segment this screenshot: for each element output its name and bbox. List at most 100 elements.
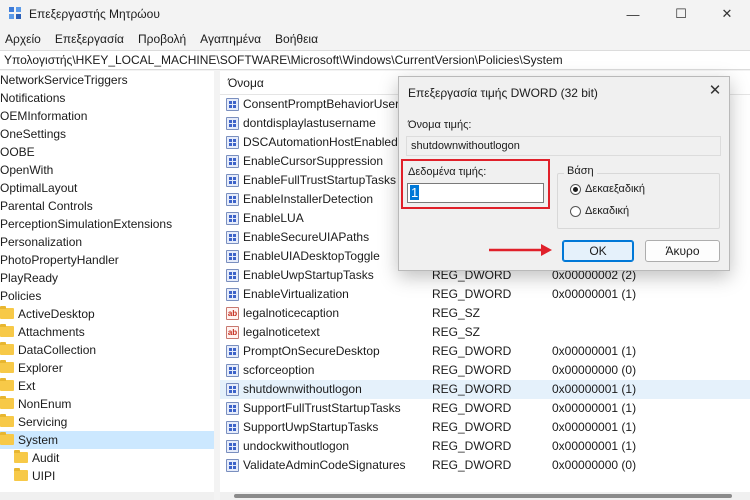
tree-item-label: OptimalLayout [0, 181, 78, 195]
tree-item-label: UIPI [32, 469, 56, 483]
cancel-button[interactable]: Άκυρο [645, 240, 720, 262]
tree-item[interactable]: Servicing [0, 413, 214, 431]
row-name: undockwithoutlogon [243, 439, 350, 453]
tree-item[interactable]: OEMInformation [0, 107, 214, 125]
tree-item[interactable]: ActiveDesktop [0, 305, 214, 323]
row-name: scforceoption [243, 363, 315, 377]
tree-item[interactable]: Audit [0, 449, 214, 467]
tree-item-label: Attachments [18, 325, 85, 339]
tree-item[interactable]: OptimalLayout [0, 179, 214, 197]
address-bar[interactable]: Υπολογιστής\HKEY_LOCAL_MACHINE\SOFTWARE\… [0, 50, 750, 70]
row-name: EnableLUA [243, 211, 304, 225]
tree-item[interactable]: NonEnum [0, 395, 214, 413]
list-row[interactable]: SupportUwpStartupTasks REG_DWORD 0x0000000… [220, 418, 750, 437]
list-row[interactable]: ValidateAdminCodeSignatures REG_DWORD 0x00… [220, 456, 750, 475]
list-row[interactable]: PromptOnSecureDesktop REG_DWORD 0x00000001… [220, 342, 750, 361]
tree-item[interactable]: Policies [0, 287, 214, 305]
base-label: Βάση [564, 165, 597, 177]
tree-item[interactable]: UIPI [0, 467, 214, 485]
row-name: shutdownwithoutlogon [243, 382, 362, 396]
minimize-button[interactable]: — [610, 0, 656, 28]
folder-icon [0, 324, 14, 337]
menu-edit[interactable]: Επεξεργασία [55, 32, 124, 46]
dec-radio[interactable] [570, 205, 581, 217]
tree-item-label: OOBE [0, 145, 35, 159]
tree-scroll-area [0, 492, 214, 500]
close-button[interactable]: ✕ [704, 0, 750, 28]
ok-button[interactable]: OK [562, 240, 634, 262]
tree-item[interactable]: Notifications [0, 89, 214, 107]
dword-value-icon [226, 155, 239, 168]
dialog-title: Επεξεργασία τιμής DWORD (32 bit) [408, 86, 598, 100]
menu-favorites[interactable]: Αγαπημένα [200, 32, 261, 46]
tree-item[interactable]: Personalization [0, 233, 214, 251]
tree-item[interactable]: OOBE [0, 143, 214, 161]
list-row[interactable]: shutdownwithoutlogon REG_DWORD 0x00000001 … [220, 380, 750, 399]
string-value-icon: ab [226, 307, 239, 320]
list-row[interactable]: undockwithoutlogon REG_DWORD 0x00000001 (1… [220, 437, 750, 456]
dialog-close-button[interactable]: ✕ [703, 81, 727, 101]
menu-file[interactable]: Αρχείο [5, 32, 41, 46]
row-data: 0x00000001 (1) [552, 287, 637, 301]
registry-tree[interactable]: NetworkServiceTriggers Notifications OEMIn… [0, 71, 214, 492]
maximize-button[interactable]: ☐ [658, 0, 704, 28]
tree-item[interactable]: PlayReady [0, 269, 214, 287]
tree-item[interactable]: NetworkServiceTriggers [0, 71, 214, 89]
hex-radio-row[interactable]: Δεκαεξαδική [570, 183, 645, 195]
column-name-header[interactable]: Όνομα [228, 76, 264, 90]
tree-item-label: NetworkServiceTriggers [0, 73, 128, 87]
tree-item-label: OneSettings [0, 127, 67, 141]
list-row[interactable]: ab legalnoticetext REG_SZ [220, 323, 750, 342]
tree-item-label: Notifications [0, 91, 66, 105]
hex-radio[interactable] [570, 183, 581, 195]
tree-item[interactable]: OpenWith [0, 161, 214, 179]
row-name: EnableCursorSuppression [243, 154, 384, 168]
tree-item[interactable]: Attachments [0, 323, 214, 341]
row-name: DSCAutomationHostEnabled [243, 135, 398, 149]
row-data: 0x00000001 (1) [552, 401, 637, 415]
dec-radio-row[interactable]: Δεκαδική [570, 205, 629, 217]
tree-item[interactable]: Explorer [0, 359, 214, 377]
row-name: EnableInstallerDetection [243, 192, 374, 206]
row-name: EnableSecureUIAPaths [243, 230, 370, 244]
row-data: 0x00000001 (1) [552, 382, 637, 396]
menu-view[interactable]: Προβολή [138, 32, 186, 46]
list-row[interactable]: scforceoption REG_DWORD 0x00000000 (0) [220, 361, 750, 380]
base-group [557, 173, 720, 229]
dword-value-icon [226, 212, 239, 225]
tree-item[interactable]: DataCollection [0, 341, 214, 359]
list-row[interactable]: ab legalnoticecaption REG_SZ [220, 304, 750, 323]
value-data-input[interactable]: 1 [407, 183, 544, 203]
tree-item-label: DataCollection [18, 343, 97, 357]
dword-value-icon [226, 383, 239, 396]
row-name: SupportUwpStartupTasks [243, 420, 379, 434]
folder-icon [0, 342, 14, 355]
tree-item[interactable]: OneSettings [0, 125, 214, 143]
folder-icon [14, 468, 28, 481]
tree-item[interactable]: PhotoPropertyHandler [0, 251, 214, 269]
dword-value-icon [226, 193, 239, 206]
tree-item-label: NonEnum [18, 397, 72, 411]
tree-item[interactable]: PerceptionSimulationExtensions [0, 215, 214, 233]
tree-item[interactable]: Ext [0, 377, 214, 395]
row-type: REG_DWORD [432, 363, 512, 377]
dec-label: Δεκαδική [585, 205, 630, 217]
folder-icon [0, 396, 14, 409]
menu-help[interactable]: Βοήθεια [275, 32, 318, 46]
horizontal-scrollbar[interactable] [220, 492, 750, 500]
folder-icon [0, 378, 14, 391]
dword-value-icon [226, 136, 239, 149]
tree-item-label: Servicing [18, 415, 68, 429]
tree-item-label: Policies [0, 289, 42, 303]
dword-value-icon [226, 174, 239, 187]
list-row[interactable]: EnableVirtualization REG_DWORD 0x00000001 … [220, 285, 750, 304]
tree-item-label: Explorer [18, 361, 63, 375]
row-name: ConsentPromptBehaviorUser [243, 97, 400, 111]
scrollbar-thumb[interactable] [234, 494, 732, 498]
list-row[interactable]: SupportFullTrustStartupTasks REG_DWORD 0x0… [220, 399, 750, 418]
title-bar: Επεξεργαστής Μητρώου — ☐ ✕ [0, 0, 750, 28]
tree-item[interactable]: Parental Controls [0, 197, 214, 215]
dword-value-icon [226, 117, 239, 130]
edit-dword-dialog: Επεξεργασία τιμής DWORD (32 bit) ✕ Όνομα… [398, 76, 730, 271]
tree-item[interactable]: System [0, 431, 214, 449]
